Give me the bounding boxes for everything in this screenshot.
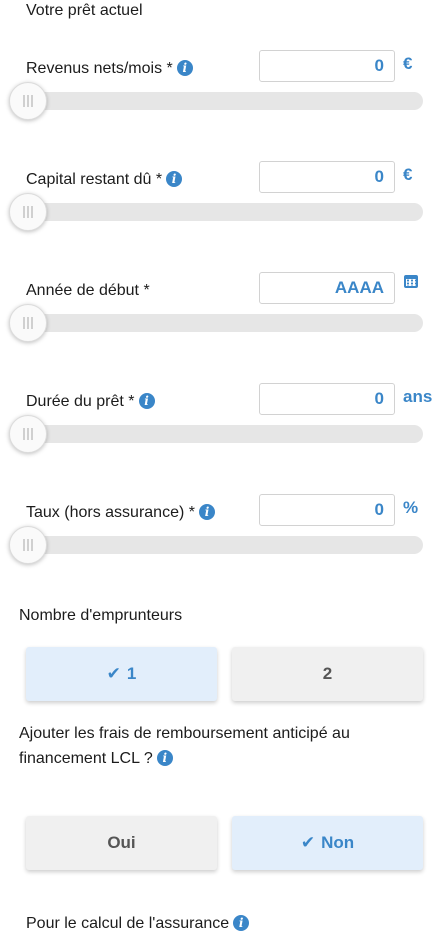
duree-input[interactable]: 0 (259, 383, 395, 415)
field-label: Revenus nets/mois * i (26, 60, 193, 78)
info-icon[interactable]: i (166, 171, 183, 187)
field-annee-debut: Année de début * AAAA (0, 272, 442, 383)
early-repayment-oui-button[interactable]: Oui (26, 816, 217, 870)
field-revenus: Revenus nets/mois * i 0 € (0, 50, 442, 161)
slider-track[interactable] (18, 92, 423, 110)
field-label: Durée du prêt * i (26, 393, 155, 411)
field-label: Année de début * (26, 282, 150, 299)
slider-handle[interactable] (9, 415, 47, 453)
info-icon[interactable]: i (198, 504, 215, 520)
check-icon: ✔ (300, 833, 316, 852)
unit-label: % (403, 498, 419, 517)
field-duree: Durée du prêt * i 0 ans (0, 383, 442, 494)
annee-input[interactable]: AAAA (259, 272, 395, 304)
info-icon[interactable]: i (138, 393, 155, 409)
slider-track[interactable] (18, 203, 423, 221)
slider-handle[interactable] (9, 193, 47, 231)
slider-handle[interactable] (9, 304, 47, 342)
slider-handle[interactable] (9, 526, 47, 564)
borrowers-label: Nombre d'emprunteurs (19, 607, 183, 624)
insurance-label: Pour le calcul de l'assurance i (26, 915, 250, 933)
slider-track[interactable] (18, 536, 423, 554)
unit-label: ans (403, 387, 433, 406)
section-title: Votre prêt actuel (26, 2, 143, 19)
unit-label: € (403, 54, 413, 73)
field-label: Capital restant dû * i (26, 171, 183, 189)
revenus-input[interactable]: 0 (259, 50, 395, 82)
calendar-icon[interactable] (404, 275, 418, 288)
info-icon[interactable]: i (176, 60, 193, 76)
borrowers-option-1[interactable]: ✔ 1 (26, 647, 217, 701)
capital-input[interactable]: 0 (259, 161, 395, 193)
info-icon[interactable]: i (233, 915, 250, 931)
borrowers-option-2[interactable]: 2 (232, 647, 423, 701)
info-icon[interactable]: i (156, 750, 173, 766)
unit-label: € (403, 165, 413, 184)
early-repayment-question: Ajouter les frais de remboursement antic… (19, 725, 350, 767)
field-label: Taux (hors assurance) * i (26, 504, 215, 522)
field-capital: Capital restant dû * i 0 € (0, 161, 442, 272)
check-icon: ✔ (106, 664, 121, 683)
slider-track[interactable] (18, 314, 423, 332)
slider-handle[interactable] (9, 82, 47, 120)
early-repayment-non-button[interactable]: ✔ Non (232, 816, 423, 870)
taux-input[interactable]: 0 (259, 494, 395, 526)
slider-track[interactable] (18, 425, 423, 443)
field-taux: Taux (hors assurance) * i 0 % (0, 494, 442, 605)
